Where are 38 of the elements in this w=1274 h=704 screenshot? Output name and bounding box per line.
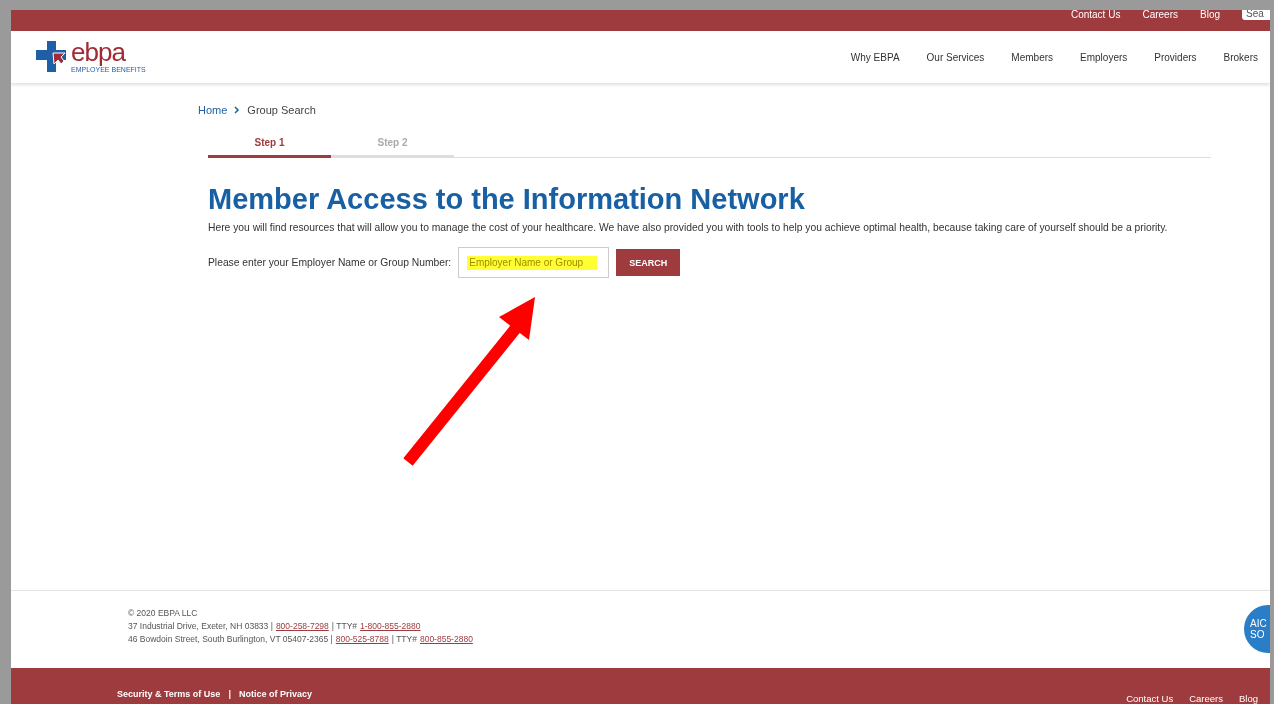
footer-link[interactable]: Blog bbox=[1239, 693, 1258, 704]
badge-text: AIC bbox=[1250, 618, 1267, 629]
page-title: Member Access to the Information Network bbox=[208, 183, 806, 215]
site-search-input[interactable]: Sea bbox=[1242, 10, 1270, 20]
logo-wordmark: ebpa bbox=[71, 38, 127, 66]
tty-label: | TTY# bbox=[391, 633, 417, 646]
top-link[interactable]: Contact Us bbox=[1070, 10, 1121, 20]
badge-text: SO bbox=[1250, 629, 1265, 640]
phone-link[interactable]: 800-855-2880 bbox=[419, 633, 473, 646]
cross-logo-icon bbox=[36, 40, 69, 72]
address-text: 46 Bowdoin Street, South Burlington, VT 05407-2365 | bbox=[128, 633, 333, 646]
nav-link[interactable]: Why EBPA bbox=[850, 51, 900, 63]
top-link[interactable]: Blog bbox=[1200, 10, 1220, 20]
phone-link[interactable]: 800-258-7298 bbox=[275, 620, 329, 633]
footer-link[interactable]: Careers bbox=[1189, 693, 1223, 704]
footer-link[interactable]: Security & Terms of Use bbox=[117, 689, 221, 699]
intro-text: Here you will find resources that will allow you to manage the cost of your healthcare. We have also provided you with tools to help you achieve optimal health, because taking care of yourself should be a priority. bbox=[208, 221, 1169, 235]
search-button[interactable]: SEARCH bbox=[616, 249, 681, 276]
nav-link[interactable]: Our Services bbox=[926, 51, 985, 63]
nav-link[interactable]: Employers bbox=[1080, 51, 1128, 63]
nav-link[interactable]: Brokers bbox=[1223, 51, 1258, 63]
top-link[interactable]: Careers bbox=[1142, 10, 1178, 20]
separator-text: | bbox=[228, 689, 231, 699]
field-label: Please enter your Employer Name or Group Number: bbox=[208, 257, 452, 268]
chevron-icon bbox=[234, 106, 241, 114]
footer-link[interactable]: Contact Us bbox=[1126, 693, 1174, 704]
nav-link[interactable]: Providers bbox=[1154, 51, 1197, 63]
phone-link[interactable]: 800-525-8788 bbox=[335, 633, 389, 646]
breadcrumb-link[interactable]: Home bbox=[198, 104, 228, 116]
footer-link[interactable]: Notice of Privacy bbox=[238, 689, 312, 699]
address-text: 37 Industrial Drive, Exeter, NH 03833 | bbox=[128, 620, 273, 633]
nav-link[interactable]: Members bbox=[1011, 51, 1054, 63]
employer-search-field[interactable]: Employer Name or Group bbox=[458, 247, 610, 278]
tty-label: | TTY# bbox=[331, 620, 358, 633]
copyright-text: © 2020 EBPA LLC bbox=[128, 607, 199, 620]
breadcrumb-current: Group Search bbox=[247, 104, 316, 116]
step-tab[interactable]: Step 1 bbox=[208, 130, 331, 158]
phone-link[interactable]: 1-800-855-2880 bbox=[360, 620, 421, 633]
